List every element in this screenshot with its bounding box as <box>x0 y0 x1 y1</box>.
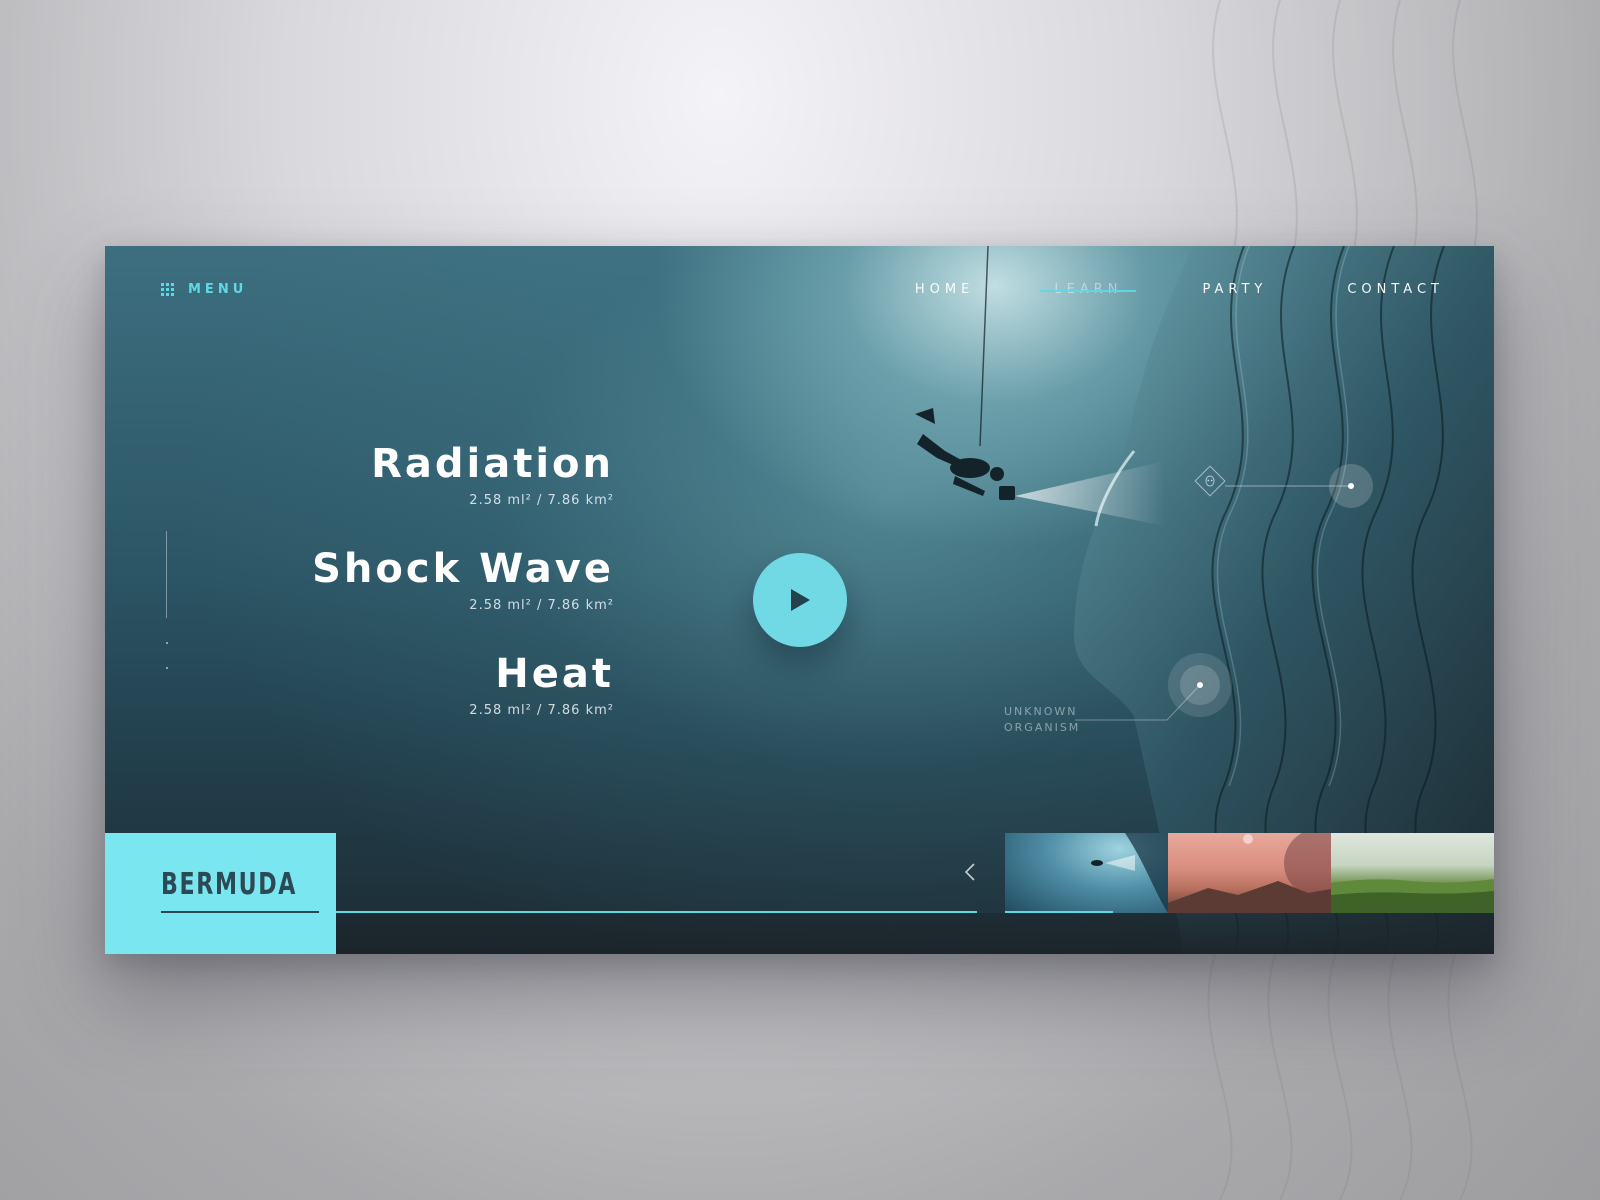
slide-indicator-line <box>166 531 167 618</box>
play-video-button[interactable] <box>753 553 847 647</box>
fact-title: Heat <box>495 651 614 697</box>
play-icon <box>791 589 810 611</box>
organism-hotspot[interactable] <box>1168 653 1232 717</box>
nav-learn[interactable]: LEARN <box>1040 282 1137 297</box>
nav-home[interactable]: HOME <box>915 282 974 297</box>
alien-icon <box>1205 475 1215 487</box>
hero-card: MENU HOME LEARN PARTY CONTACT Radiation … <box>105 246 1494 954</box>
top-nav: HOME LEARN PARTY CONTACT <box>835 282 1444 297</box>
hotspot-core <box>1197 682 1203 688</box>
slider-progress-line <box>336 911 977 913</box>
fact-metric: 2.58 ml² / 7.86 km² <box>469 598 614 613</box>
bottom-bar-shade <box>336 913 1494 954</box>
fact-item[interactable]: Shock Wave 2.58 ml² / 7.86 km² <box>312 546 614 613</box>
eye-hotspot[interactable] <box>1329 464 1373 508</box>
thumbnail-progress-line <box>1005 911 1113 913</box>
organism-label: UNKNOWN ORGANISM <box>1004 704 1080 736</box>
slide-indicator-dot[interactable] <box>166 642 168 644</box>
prev-slide-button[interactable] <box>959 860 983 884</box>
organism-label-line: ORGANISM <box>1004 721 1081 734</box>
brand-name: BERMUDA <box>161 867 298 902</box>
menu-label: MENU <box>188 282 248 297</box>
fact-item[interactable]: Heat 2.58 ml² / 7.86 km² <box>312 651 614 718</box>
nav-party[interactable]: PARTY <box>1202 282 1267 297</box>
menu-button[interactable]: MENU <box>161 282 247 297</box>
brand-underline <box>161 911 319 913</box>
organism-label-line: UNKNOWN <box>1004 705 1078 718</box>
slide-indicator-dot[interactable] <box>166 667 168 669</box>
thumbnail-ocean[interactable] <box>1005 833 1168 913</box>
nav-contact[interactable]: CONTACT <box>1347 282 1444 297</box>
fact-title: Radiation <box>371 441 614 487</box>
chevron-left-icon <box>964 863 975 881</box>
hotspot-core <box>1348 483 1354 489</box>
thumbnail-field[interactable] <box>1331 833 1494 913</box>
fact-metric: 2.58 ml² / 7.86 km² <box>469 703 614 718</box>
fact-item[interactable]: Radiation 2.58 ml² / 7.86 km² <box>312 441 614 508</box>
thumbnail-strip <box>1005 833 1494 913</box>
brand-box[interactable]: BERMUDA <box>105 833 336 954</box>
fact-title: Shock Wave <box>312 546 614 592</box>
grid-icon <box>161 283 174 296</box>
thumbnail-desert[interactable] <box>1168 833 1331 913</box>
fact-metric: 2.58 ml² / 7.86 km² <box>469 493 614 508</box>
facts-list: Radiation 2.58 ml² / 7.86 km² Shock Wave… <box>312 441 614 756</box>
